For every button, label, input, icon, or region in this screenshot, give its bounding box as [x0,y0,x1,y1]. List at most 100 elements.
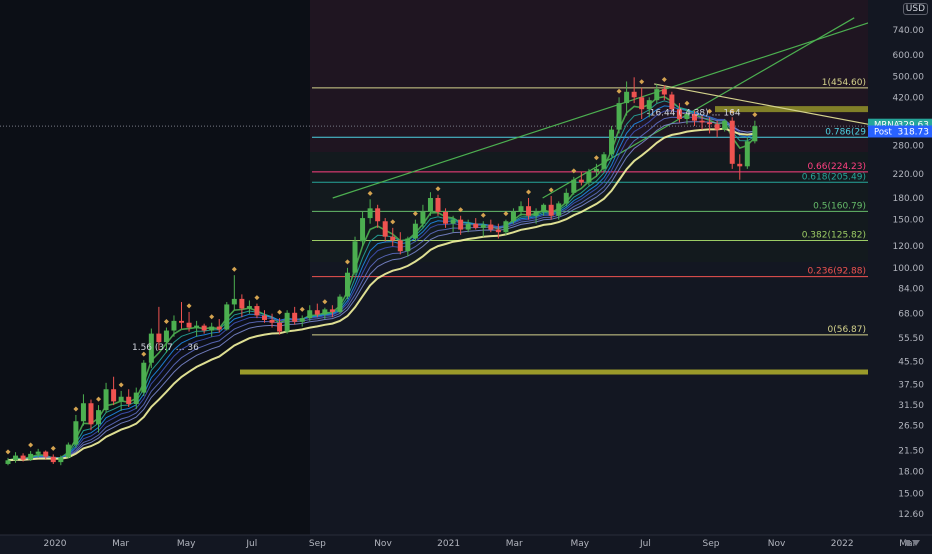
fib-label: 1(454.60) [822,78,866,88]
signal-marker [322,299,328,305]
candle-body [631,91,637,98]
candle-body [20,455,26,460]
candle-body [609,129,615,155]
support-band [240,369,868,375]
candle-body [473,223,479,228]
candle-body [427,197,433,212]
candle-body [390,236,396,241]
candle-body [435,197,441,212]
candle-body [80,403,86,422]
fib-label: 0.618(205.49) [802,172,866,182]
candle-body [420,211,426,224]
candle-body [216,326,222,330]
candle-body [669,94,675,110]
candle-body [488,224,494,230]
candle-body [722,120,728,130]
y-tick-label: 21.50 [898,447,924,457]
candle-body [239,298,245,309]
candle-body [699,120,705,123]
candle-body [654,89,660,101]
candle-body [179,320,185,323]
fib-label: 0(56.87) [827,325,866,335]
candle-body [360,218,366,242]
candle-body [578,179,584,183]
chart-canvas: 1(454.60) 0.786(29 0.66(224.23)0.618(205.4… [0,0,932,550]
candle-body [269,319,275,323]
candle-body [405,238,411,252]
candle-body [5,460,11,464]
candle-body [58,457,64,463]
candle-body [88,403,94,425]
candle-body [744,141,750,167]
annotation-label: -16.44 (-4.38) … 164 [646,109,740,119]
candle-body [43,451,49,457]
candle-body [586,171,592,183]
candle-body [73,421,79,445]
candle-body [111,389,117,402]
candle-body [571,179,577,193]
candle-body [194,325,200,328]
annotation-label: 1.56 (3.7 … 36 [132,343,199,353]
x-tick-label: 2021 [437,539,460,549]
candle-body [661,89,667,95]
candle-body [714,124,720,130]
price-tag-label: Post [874,127,892,137]
y-tick-label: 55.50 [898,334,924,344]
candle-body [277,322,283,332]
candle-body [133,392,139,404]
candle-body [367,208,373,219]
shade-region [310,0,868,152]
x-tick-label: Sep [703,539,720,549]
x-tick-label: Mar [506,539,523,549]
y-tick-label: 26.50 [898,422,924,432]
y-tick-label: 100.00 [893,264,925,274]
currency-badge[interactable]: USD [902,3,928,15]
x-tick-label: Sep [309,539,326,549]
candle-body [601,154,607,169]
time-axis [0,535,932,550]
candle-body [322,309,328,315]
x-tick-label: May [570,539,589,549]
candle-body [450,219,456,224]
x-tick-label: Jul [639,539,651,549]
candle-body [344,272,350,297]
candle-body [465,223,471,230]
candle-body [337,296,343,312]
fib-label: 0.786(29 [825,127,866,137]
y-tick-label: 84.00 [898,285,924,295]
candle-body [480,224,486,228]
x-tick-label: Mar [112,539,129,549]
candle-body [397,240,403,252]
candle-body [163,330,169,343]
candle-body [563,192,569,204]
candle-body [307,310,313,319]
fib-label: 0.236(92.88) [807,267,866,277]
candle-body [261,315,267,320]
candle-body [65,444,71,458]
candle-body [209,326,215,331]
candle-body [639,97,645,110]
y-tick-label: 420.00 [893,93,925,103]
candle-body [624,91,630,104]
x-tick-label: Nov [374,539,392,549]
candle-body [510,211,516,222]
y-tick-label: 18.00 [898,468,924,478]
candle-body [541,204,547,212]
candle-body [533,211,539,216]
candle-body [548,204,554,216]
y-tick-label: 68.00 [898,310,924,320]
candle-body [156,333,162,343]
candle-body [752,126,758,142]
candle-body [729,120,735,164]
fib-label: 0.66(224.23) [807,162,866,172]
x-tick-label: Nov [768,539,786,549]
candle-body [126,396,132,404]
candle-body [201,325,207,331]
y-tick-label: 150.00 [893,216,925,226]
y-tick-label: 180.00 [893,194,925,204]
candle-body [35,451,41,454]
candle-body [103,389,109,411]
candle-body [443,211,449,224]
candle-body [246,306,252,309]
y-tick-label: 600.00 [893,51,925,61]
